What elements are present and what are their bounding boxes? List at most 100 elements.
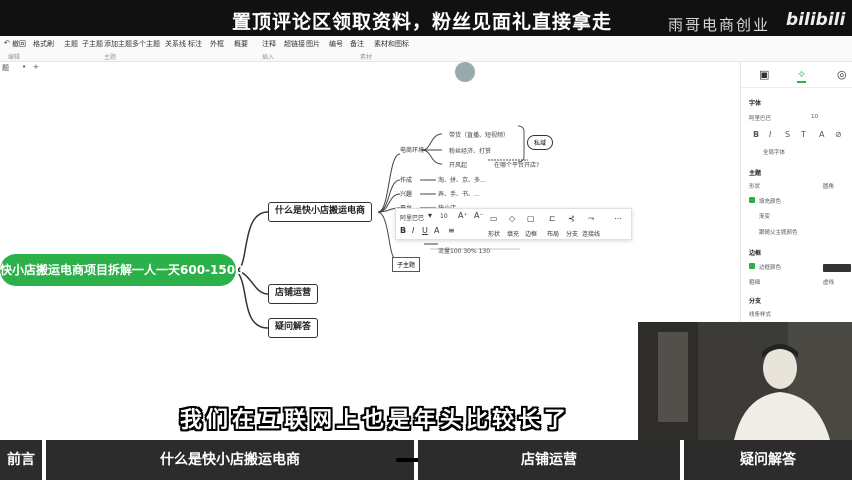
chevron-down-icon[interactable]: ▾ <box>428 211 432 220</box>
toolbar-summary[interactable]: 概要 <box>234 39 248 49</box>
leaf-which-platform[interactable]: 在哪个平台开店? <box>494 160 539 169</box>
sub-topic-interest[interactable]: 兴趣 <box>400 189 412 198</box>
toolbar-remark[interactable]: 备注 <box>350 39 364 49</box>
leaf-fan-economy[interactable]: 粉丝经济、打赏 <box>449 146 491 155</box>
root-topic[interactable]: 快小店搬运电商项目拆解一人一天600-1500 <box>0 254 243 286</box>
leaf-live-video[interactable]: 带货（直播、短视频） <box>449 130 509 139</box>
toolbar-subtopic[interactable]: 子主题 <box>82 39 103 49</box>
font-select[interactable]: 阿里巴巴 <box>400 213 424 222</box>
sub-topic-produce[interactable]: 作成 <box>400 175 412 184</box>
panel-branch-value[interactable]: 线条样式 <box>749 310 771 318</box>
panel-global-font[interactable]: 全局字体 <box>763 148 785 156</box>
toolbar-boundary[interactable]: 外框 <box>210 39 224 49</box>
connector-button[interactable]: 连接线 <box>582 229 600 238</box>
toolbar-group-edit: 编辑 <box>8 54 21 61</box>
toolbar-label[interactable]: 标注 <box>188 39 202 49</box>
toolbar-note[interactable]: 注释 <box>262 39 276 49</box>
panel-shape-label: 形状 <box>749 184 761 190</box>
leaf-platforms-a[interactable]: 淘、拼、京、多... <box>438 175 486 184</box>
italic-icon[interactable]: I <box>412 226 414 235</box>
border-color-swatch[interactable] <box>823 264 851 272</box>
toolbar-number[interactable]: 编号 <box>329 39 343 49</box>
panel-strike-icon[interactable]: S <box>785 130 790 139</box>
panel-bold-icon[interactable]: B <box>753 130 759 139</box>
sub-topic-ecommerce-env[interactable]: 电商环境 <box>400 145 424 154</box>
fill-button[interactable]: 填充 <box>507 229 519 238</box>
sheet-bar: 题 • + <box>0 62 740 74</box>
fill-icon[interactable]: ◇ <box>509 214 515 223</box>
border-icon[interactable]: ▢ <box>527 214 535 223</box>
text-color-icon[interactable]: A <box>434 226 439 235</box>
panel-branch-heading: 分支 <box>749 298 762 305</box>
chapter-qa[interactable]: 疑问解答 <box>684 440 852 480</box>
mindmap-canvas[interactable]: 快小店搬运电商项目拆解一人一天600-1500 什么是快小店搬运电商 店铺运营 … <box>0 74 740 440</box>
toolbar-format-painter[interactable]: 格式刷 <box>33 39 54 49</box>
toolbar-topic[interactable]: 主题 <box>64 39 78 49</box>
panel-border-style[interactable]: 虚线 <box>823 278 834 286</box>
panel-color-icon[interactable]: A <box>819 130 824 139</box>
panel-fill-value[interactable]: 跟随父主题颜色 <box>759 228 798 236</box>
undo-icon[interactable]: ↶ <box>4 39 10 47</box>
toolbar-group-stickers: 素材 <box>360 54 373 61</box>
add-sheet-button[interactable]: + <box>33 63 39 71</box>
layout-button[interactable]: 布局 <box>547 229 559 238</box>
shape-icon[interactable]: ▭ <box>490 214 498 223</box>
panel-font-heading: 字体 <box>749 100 762 107</box>
layout-icon[interactable]: ⊏ <box>549 214 556 223</box>
sheet-tab[interactable]: 题 <box>2 63 9 73</box>
stats-row[interactable]: 流量100 30% 130 <box>438 246 490 255</box>
connector-root-main1 <box>235 211 269 271</box>
presenter-video <box>638 322 852 440</box>
video-subtitle: 我们在互联网上也是年头比较长了 <box>180 408 571 433</box>
leaf-platforms-b[interactable]: 弄、手、书、... <box>438 189 480 198</box>
panel-gradient-label: 渐变 <box>759 214 771 220</box>
panel-theme-heading: 主题 <box>749 170 762 177</box>
underline-icon[interactable]: U <box>422 226 428 235</box>
toolbar-undo[interactable]: 撤回 <box>12 39 26 49</box>
panel-size-select[interactable]: 10 <box>811 114 818 120</box>
panel-border-heading: 边框 <box>749 250 762 257</box>
panel-border-label: 边框颜色 <box>759 265 782 271</box>
toolbar-group-insert: 插入 <box>262 54 275 61</box>
leaf-open-store[interactable]: 开风起 <box>449 160 467 169</box>
shape-button[interactable]: 形状 <box>488 229 500 238</box>
chapter-store-ops[interactable]: 店铺运营 <box>418 440 680 480</box>
toolbar-add-topic[interactable]: 添加主题 <box>104 39 132 49</box>
location-tab-icon[interactable]: ◎ <box>837 68 847 81</box>
panel-clear-icon[interactable]: ⊘ <box>835 130 842 139</box>
fill-checkbox[interactable] <box>749 197 755 203</box>
connector-root-main3 <box>235 269 269 329</box>
bold-icon[interactable]: B <box>400 226 406 235</box>
align-icon[interactable]: ≡ <box>448 226 455 235</box>
panel-shape-value[interactable]: 圆角 <box>823 182 834 190</box>
toolbar-multi-topic[interactable]: 多个主题 <box>132 39 160 49</box>
toolbar-link[interactable]: 超链接 <box>284 39 305 49</box>
panel-font-select[interactable]: 阿里巴巴 <box>749 114 771 122</box>
more-icon[interactable]: ⋯ <box>614 214 622 223</box>
style-tab-icon[interactable]: ▣ <box>759 68 769 81</box>
panel-italic-icon[interactable]: I <box>769 130 771 139</box>
main-topic-what-is[interactable]: 什么是快小店搬运电商 <box>268 202 373 222</box>
chapter-what-is[interactable]: 什么是快小店搬运电商 <box>46 440 460 480</box>
toolbar-image[interactable]: 图片 <box>306 39 320 49</box>
connector-icon[interactable]: ⤳ <box>588 214 594 224</box>
branch-button[interactable]: 分支 <box>566 229 578 238</box>
panel-caps-icon[interactable]: T <box>801 130 806 139</box>
panel-fill-label: 填充颜色 <box>759 199 782 205</box>
font-size-select[interactable]: 10 <box>440 213 448 220</box>
border-checkbox[interactable] <box>749 263 755 269</box>
decrease-font-icon[interactable]: A⁻ <box>474 211 484 220</box>
toolbar-stickers[interactable]: 素材和图标 <box>374 39 409 49</box>
increase-font-icon[interactable]: A⁺ <box>458 211 468 220</box>
format-tab-icon[interactable]: ✧ <box>797 68 807 83</box>
main-topic-store-ops[interactable]: 店铺运营 <box>268 284 319 304</box>
border-button[interactable]: 边框 <box>525 229 537 238</box>
toolbar-relation[interactable]: 关系线 <box>165 39 186 49</box>
main-topic-qa[interactable]: 疑问解答 <box>268 318 319 338</box>
toolbar-group-topic: 主题 <box>104 54 117 61</box>
chapter-preface[interactable]: 前言 <box>0 440 42 480</box>
bilibili-logo: bilibili <box>786 10 846 30</box>
branch-icon[interactable]: ⊰ <box>568 214 575 223</box>
tag-private-domain[interactable]: 私域 <box>527 135 554 150</box>
subtopic-editing[interactable]: 子主题 <box>392 257 421 272</box>
